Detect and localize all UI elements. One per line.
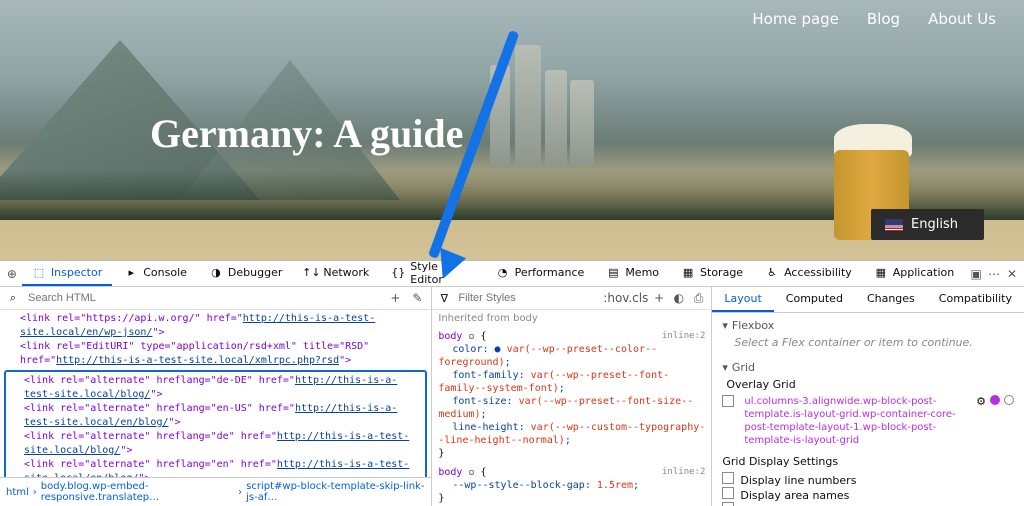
flag-us-icon xyxy=(885,219,903,231)
nav-about[interactable]: About Us xyxy=(928,10,996,28)
nav-home[interactable]: Home page xyxy=(752,10,839,28)
devtools-panel: ⊕ ⬚Inspector ▸Console ◑Debugger ↑↓Networ… xyxy=(0,260,1024,506)
responsive-icon[interactable]: ▣ xyxy=(968,266,984,282)
close-icon[interactable]: ✕ xyxy=(1004,266,1020,282)
flexbox-header[interactable]: ▾ Flexbox xyxy=(722,319,1014,332)
overlay-grid-label: Overlay Grid xyxy=(722,378,1014,391)
devtools-tabs: ⊕ ⬚Inspector ▸Console ◑Debugger ↑↓Networ… xyxy=(0,261,1024,287)
sub-tab-compat[interactable]: Compatibility xyxy=(927,287,1024,312)
flexbox-hint: Select a Flex container or item to conti… xyxy=(722,336,1014,349)
tab-memory[interactable]: ▤Memo xyxy=(596,262,669,286)
add-rule-icon[interactable]: + xyxy=(652,290,666,306)
memory-icon: ▤ xyxy=(606,266,620,280)
tab-network[interactable]: ↑↓Network xyxy=(294,262,379,286)
layout-pane: Layout Computed Changes Compatibility ▾ … xyxy=(712,287,1024,506)
hero-banner: Home page Blog About Us Germany: A guide… xyxy=(0,0,1024,260)
highlighted-hreflang-block: <link rel="alternate" hreflang="de-DE" h… xyxy=(4,370,427,477)
language-switcher[interactable]: English xyxy=(871,209,984,240)
grid-item-link[interactable]: ul.columns-3.alignwide.wp-block-post-tem… xyxy=(744,395,972,447)
tab-performance[interactable]: ◔Performance xyxy=(486,262,595,286)
search-icon: ⌕ xyxy=(6,291,20,305)
style-editor-icon: {} xyxy=(391,266,405,280)
hov-button[interactable]: :hov xyxy=(608,290,624,306)
console-icon: ▸ xyxy=(124,266,138,280)
color-swatch[interactable] xyxy=(990,395,1000,405)
sub-tab-computed[interactable]: Computed xyxy=(774,287,855,312)
performance-icon: ◔ xyxy=(496,266,510,280)
debugger-icon: ◑ xyxy=(209,266,223,280)
tab-debugger[interactable]: ◑Debugger xyxy=(199,262,292,286)
edit-icon[interactable]: ✎ xyxy=(409,290,425,306)
network-icon: ↑↓ xyxy=(304,266,318,280)
print-icon[interactable]: ⎙ xyxy=(692,290,706,306)
application-icon: ▦ xyxy=(874,266,888,280)
sub-tab-layout[interactable]: Layout xyxy=(712,287,773,312)
breadcrumb[interactable]: html › body.blog.wp-embed-responsive.tra… xyxy=(0,477,431,506)
color-swatch-empty[interactable] xyxy=(1004,395,1014,405)
primary-nav: Home page Blog About Us xyxy=(752,10,996,28)
page-title: Germany: A guide xyxy=(150,110,463,157)
light-dark-icon[interactable]: ◐ xyxy=(672,290,686,306)
accessibility-icon: ♿ xyxy=(765,266,779,280)
grid-checkbox[interactable] xyxy=(722,395,734,407)
inspect-picker-icon[interactable]: ⊕ xyxy=(4,266,20,282)
css-rule-2[interactable]: inline:2 body ▫ { --wp--style--block-gap… xyxy=(432,463,711,506)
gear-icon[interactable]: ⚙ xyxy=(976,395,986,408)
tab-inspector[interactable]: ⬚Inspector xyxy=(22,262,112,286)
tab-application[interactable]: ▦Application xyxy=(864,262,964,286)
grid-settings-label: Grid Display Settings xyxy=(722,455,1014,468)
css-rule-1[interactable]: inline:2 body ▫ { color: ● var(--wp--pre… xyxy=(432,327,711,463)
more-icon[interactable]: ⋯ xyxy=(986,266,1002,282)
inherited-label: Inherited from body xyxy=(432,310,711,327)
cls-button[interactable]: .cls xyxy=(630,290,646,306)
tab-console[interactable]: ▸Console xyxy=(114,262,197,286)
sub-tab-changes[interactable]: Changes xyxy=(855,287,927,312)
grid-header[interactable]: ▾ Grid xyxy=(722,361,1014,374)
filter-icon: ∇ xyxy=(438,291,450,305)
tab-accessibility[interactable]: ♿Accessibility xyxy=(755,262,862,286)
add-icon[interactable]: + xyxy=(387,290,403,306)
filter-styles-input[interactable] xyxy=(456,290,602,306)
language-label: English xyxy=(911,217,958,232)
css-pane: ∇ :hov .cls + ◐ ⎙ Inherited from body in… xyxy=(432,287,712,506)
nav-blog[interactable]: Blog xyxy=(867,10,900,28)
opt-extend-lines[interactable]: Extend lines infinitely xyxy=(722,502,1014,506)
inspector-icon: ⬚ xyxy=(32,266,46,280)
layout-sub-tabs: Layout Computed Changes Compatibility xyxy=(712,287,1024,313)
tab-storage[interactable]: ▦Storage xyxy=(671,262,753,286)
opt-line-numbers[interactable]: Display line numbers xyxy=(722,472,1014,487)
html-pane: ⌕ + ✎ <link rel="https://api.w.org/" hre… xyxy=(0,287,432,506)
search-html-input[interactable] xyxy=(26,290,381,306)
html-tree[interactable]: <link rel="https://api.w.org/" href="htt… xyxy=(0,310,431,477)
storage-icon: ▦ xyxy=(681,266,695,280)
opt-area-names[interactable]: Display area names xyxy=(722,487,1014,502)
